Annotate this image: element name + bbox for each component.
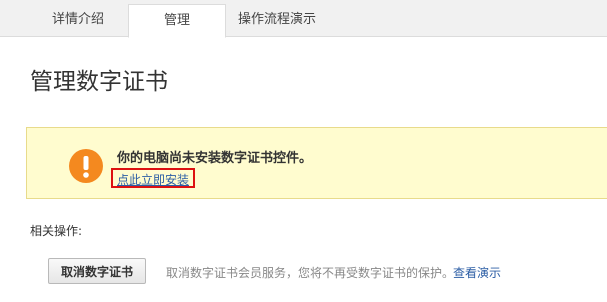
tab-process-demo[interactable]: 操作流程演示 <box>226 5 328 35</box>
page-title: 管理数字证书 <box>30 69 168 95</box>
cancel-certificate-button[interactable]: 取消数字证书 <box>48 258 146 284</box>
tab-bar: 详情介绍 管理 操作流程演示 <box>0 0 607 38</box>
tab-manage[interactable]: 管理 <box>128 4 226 38</box>
notice-message: 你的电脑尚未安装数字证书控件。 <box>117 151 313 166</box>
install-now-link[interactable]: 点此立即安装 <box>111 168 196 188</box>
cancel-hint-text: 取消数字证书会员服务，您将不再受数字证书的保护。 <box>166 266 455 280</box>
related-actions-label: 相关操作: <box>30 224 83 238</box>
view-demo-link[interactable]: 查看演示 <box>453 264 501 281</box>
warning-icon <box>69 149 103 183</box>
tab-details[interactable]: 详情介绍 <box>30 5 126 35</box>
install-notice: 你的电脑尚未安装数字证书控件。 点此立即安装 <box>26 127 607 199</box>
